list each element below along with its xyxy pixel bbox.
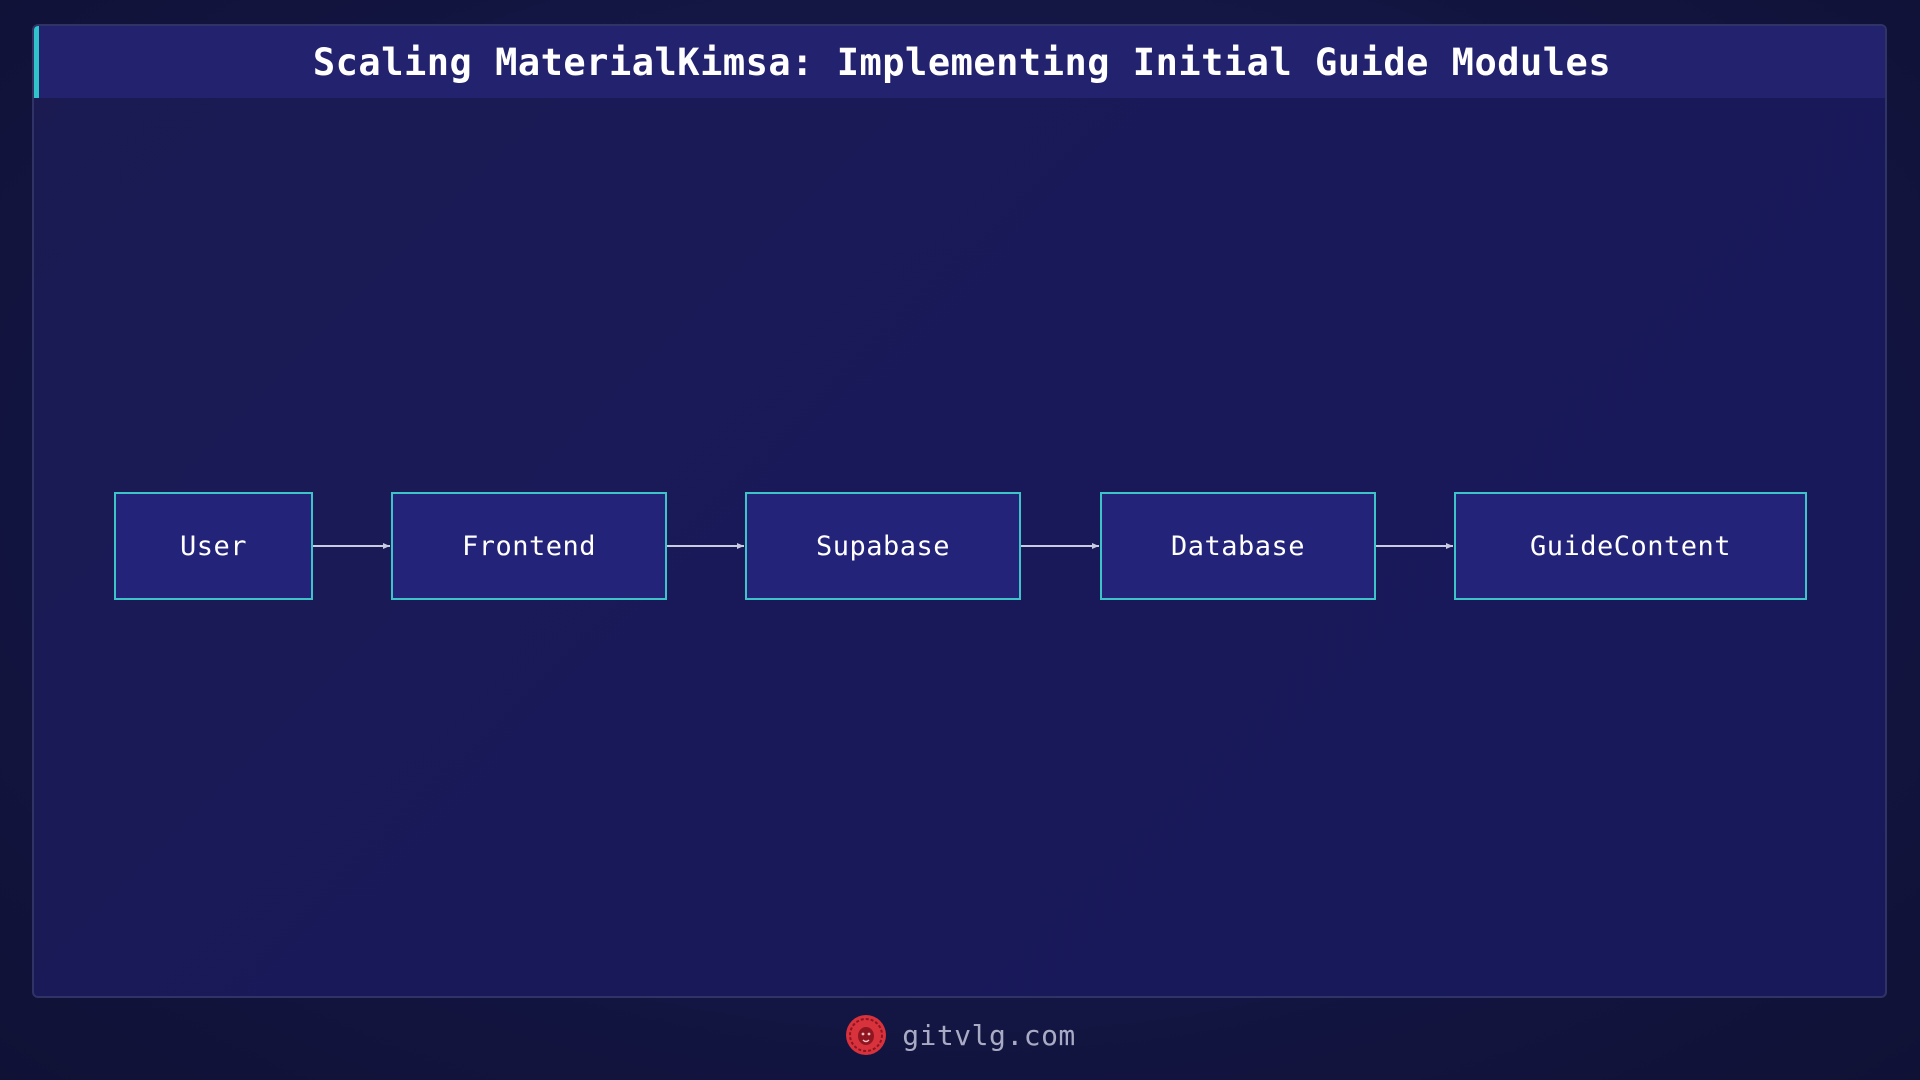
node-label: Database xyxy=(1170,530,1306,562)
node-label: Frontend xyxy=(461,530,597,562)
node-database: Database xyxy=(1100,492,1376,600)
node-supabase: Supabase xyxy=(745,492,1021,600)
node-frontend: Frontend xyxy=(391,492,667,600)
lion-logo-icon xyxy=(846,1015,887,1055)
title-bar: Scaling MaterialKimsa: Implementing Init… xyxy=(34,26,1885,98)
node-label: Supabase xyxy=(815,530,951,562)
node-label: User xyxy=(179,530,248,562)
footer: gitvlg.com xyxy=(0,1010,1920,1060)
node-user: User xyxy=(114,492,313,600)
diagram-title: Scaling MaterialKimsa: Implementing Init… xyxy=(312,40,1612,84)
node-label: GuideContent xyxy=(1529,530,1732,562)
footer-site-text[interactable]: gitvlg.com xyxy=(902,1019,1076,1052)
node-guidecontent: GuideContent xyxy=(1454,492,1807,600)
